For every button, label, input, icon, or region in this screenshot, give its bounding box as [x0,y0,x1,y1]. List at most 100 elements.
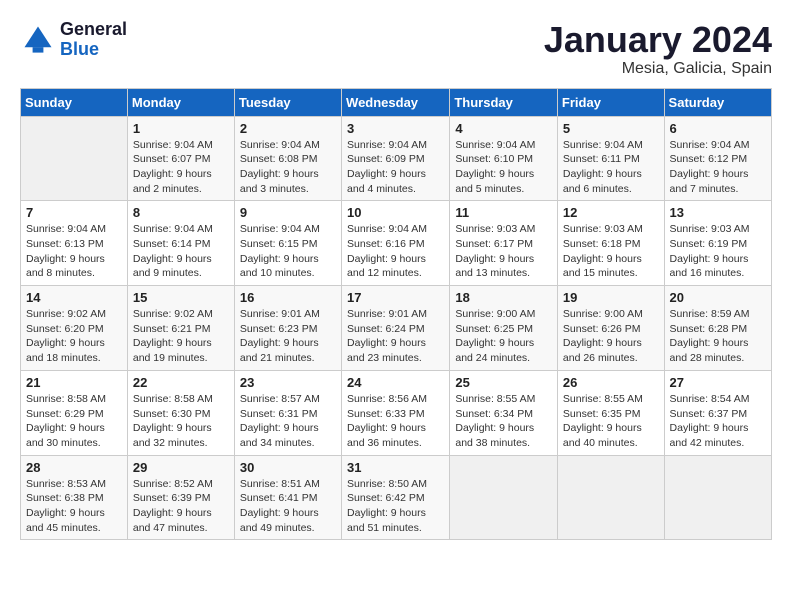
day-info: Sunrise: 8:58 AMSunset: 6:29 PMDaylight:… [26,392,122,451]
day-info: Sunrise: 9:00 AMSunset: 6:26 PMDaylight:… [563,307,659,366]
location: Mesia, Galicia, Spain [544,60,772,78]
day-info: Sunrise: 9:04 AMSunset: 6:14 PMDaylight:… [133,222,229,281]
calendar-cell: 19 Sunrise: 9:00 AMSunset: 6:26 PMDayligh… [557,286,664,371]
day-info: Sunrise: 9:02 AMSunset: 6:20 PMDaylight:… [26,307,122,366]
day-info: Sunrise: 8:55 AMSunset: 6:35 PMDaylight:… [563,392,659,451]
logo-text: General Blue [60,20,127,60]
calendar-cell: 21 Sunrise: 8:58 AMSunset: 6:29 PMDayligh… [21,370,128,455]
calendar-cell [21,116,128,201]
day-number: 14 [26,290,122,305]
day-info: Sunrise: 9:04 AMSunset: 6:12 PMDaylight:… [670,138,766,197]
day-info: Sunrise: 9:00 AMSunset: 6:25 PMDaylight:… [455,307,552,366]
day-info: Sunrise: 8:53 AMSunset: 6:38 PMDaylight:… [26,477,122,536]
day-number: 25 [455,375,552,390]
week-row-2: 7Sunrise: 9:04 AMSunset: 6:13 PMDaylight… [21,201,772,286]
day-info: Sunrise: 8:54 AMSunset: 6:37 PMDaylight:… [670,392,766,451]
day-info: Sunrise: 8:58 AMSunset: 6:30 PMDaylight:… [133,392,229,451]
day-info: Sunrise: 8:55 AMSunset: 6:34 PMDaylight:… [455,392,552,451]
day-info: Sunrise: 8:57 AMSunset: 6:31 PMDaylight:… [240,392,336,451]
calendar-cell: 15 Sunrise: 9:02 AMSunset: 6:21 PMDayligh… [127,286,234,371]
calendar-cell [664,455,771,540]
week-row-4: 21 Sunrise: 8:58 AMSunset: 6:29 PMDayligh… [21,370,772,455]
day-number: 6 [670,121,766,136]
day-number: 11 [455,205,552,220]
day-number: 31 [347,460,444,475]
day-info: Sunrise: 8:56 AMSunset: 6:33 PMDaylight:… [347,392,444,451]
page-header: General Blue January 2024 Mesia, Galicia… [20,20,772,78]
header-cell-monday: Monday [127,88,234,116]
day-number: 5 [563,121,659,136]
day-number: 8 [133,205,229,220]
day-number: 26 [563,375,659,390]
header-cell-saturday: Saturday [664,88,771,116]
calendar-cell: 11 Sunrise: 9:03 AMSunset: 6:17 PMDayligh… [450,201,558,286]
day-number: 28 [26,460,122,475]
day-number: 22 [133,375,229,390]
day-number: 4 [455,121,552,136]
week-row-5: 28 Sunrise: 8:53 AMSunset: 6:38 PMDayligh… [21,455,772,540]
week-row-1: 1 Sunrise: 9:04 AMSunset: 6:07 PMDaylight… [21,116,772,201]
day-info: Sunrise: 9:04 AMSunset: 6:13 PMDaylight:… [26,222,122,281]
day-info: Sunrise: 9:04 AMSunset: 6:11 PMDaylight:… [563,138,659,197]
header-cell-tuesday: Tuesday [234,88,341,116]
day-info: Sunrise: 9:04 AMSunset: 6:16 PMDaylight:… [347,222,444,281]
day-number: 30 [240,460,336,475]
calendar-cell: 14 Sunrise: 9:02 AMSunset: 6:20 PMDayligh… [21,286,128,371]
header-cell-thursday: Thursday [450,88,558,116]
day-info: Sunrise: 9:03 AMSunset: 6:17 PMDaylight:… [455,222,552,281]
header-cell-sunday: Sunday [21,88,128,116]
calendar-cell: 5 Sunrise: 9:04 AMSunset: 6:11 PMDaylight… [557,116,664,201]
day-number: 18 [455,290,552,305]
calendar-cell: 10 Sunrise: 9:04 AMSunset: 6:16 PMDayligh… [342,201,450,286]
day-number: 9 [240,205,336,220]
calendar-cell: 18 Sunrise: 9:00 AMSunset: 6:25 PMDayligh… [450,286,558,371]
calendar-cell: 2 Sunrise: 9:04 AMSunset: 6:08 PMDaylight… [234,116,341,201]
calendar-cell: 28 Sunrise: 8:53 AMSunset: 6:38 PMDayligh… [21,455,128,540]
calendar-cell: 16Sunrise: 9:01 AMSunset: 6:23 PMDayligh… [234,286,341,371]
header-cell-friday: Friday [557,88,664,116]
logo: General Blue [20,20,127,60]
calendar-cell: 24Sunrise: 8:56 AMSunset: 6:33 PMDayligh… [342,370,450,455]
day-info: Sunrise: 9:02 AMSunset: 6:21 PMDaylight:… [133,307,229,366]
day-info: Sunrise: 9:04 AMSunset: 6:10 PMDaylight:… [455,138,552,197]
day-info: Sunrise: 9:04 AMSunset: 6:07 PMDaylight:… [133,138,229,197]
day-number: 21 [26,375,122,390]
day-info: Sunrise: 9:04 AMSunset: 6:09 PMDaylight:… [347,138,444,197]
calendar-cell: 20Sunrise: 8:59 AMSunset: 6:28 PMDayligh… [664,286,771,371]
calendar-cell: 7Sunrise: 9:04 AMSunset: 6:13 PMDaylight… [21,201,128,286]
day-number: 13 [670,205,766,220]
day-info: Sunrise: 9:03 AMSunset: 6:19 PMDaylight:… [670,222,766,281]
month-title: January 2024 [544,20,772,60]
day-number: 20 [670,290,766,305]
day-info: Sunrise: 8:51 AMSunset: 6:41 PMDaylight:… [240,477,336,536]
calendar-cell: 8 Sunrise: 9:04 AMSunset: 6:14 PMDaylight… [127,201,234,286]
calendar-cell: 13 Sunrise: 9:03 AMSunset: 6:19 PMDayligh… [664,201,771,286]
calendar-cell: 31Sunrise: 8:50 AMSunset: 6:42 PMDayligh… [342,455,450,540]
day-number: 1 [133,121,229,136]
calendar-table: SundayMondayTuesdayWednesdayThursdayFrid… [20,88,772,541]
day-number: 19 [563,290,659,305]
day-info: Sunrise: 9:01 AMSunset: 6:24 PMDaylight:… [347,307,444,366]
calendar-cell: 23 Sunrise: 8:57 AMSunset: 6:31 PMDayligh… [234,370,341,455]
calendar-cell: 6 Sunrise: 9:04 AMSunset: 6:12 PMDaylight… [664,116,771,201]
week-row-3: 14 Sunrise: 9:02 AMSunset: 6:20 PMDayligh… [21,286,772,371]
calendar-cell: 3Sunrise: 9:04 AMSunset: 6:09 PMDaylight… [342,116,450,201]
calendar-cell [557,455,664,540]
day-number: 23 [240,375,336,390]
day-number: 2 [240,121,336,136]
day-info: Sunrise: 9:03 AMSunset: 6:18 PMDaylight:… [563,222,659,281]
calendar-cell: 17Sunrise: 9:01 AMSunset: 6:24 PMDayligh… [342,286,450,371]
header-row: SundayMondayTuesdayWednesdayThursdayFrid… [21,88,772,116]
day-number: 15 [133,290,229,305]
calendar-cell: 29Sunrise: 8:52 AMSunset: 6:39 PMDayligh… [127,455,234,540]
header-cell-wednesday: Wednesday [342,88,450,116]
title-block: January 2024 Mesia, Galicia, Spain [544,20,772,78]
day-info: Sunrise: 9:01 AMSunset: 6:23 PMDaylight:… [240,307,336,366]
day-number: 27 [670,375,766,390]
day-info: Sunrise: 9:04 AMSunset: 6:08 PMDaylight:… [240,138,336,197]
calendar-cell: 9 Sunrise: 9:04 AMSunset: 6:15 PMDaylight… [234,201,341,286]
day-number: 12 [563,205,659,220]
day-number: 10 [347,205,444,220]
calendar-cell: 22 Sunrise: 8:58 AMSunset: 6:30 PMDayligh… [127,370,234,455]
day-info: Sunrise: 9:04 AMSunset: 6:15 PMDaylight:… [240,222,336,281]
